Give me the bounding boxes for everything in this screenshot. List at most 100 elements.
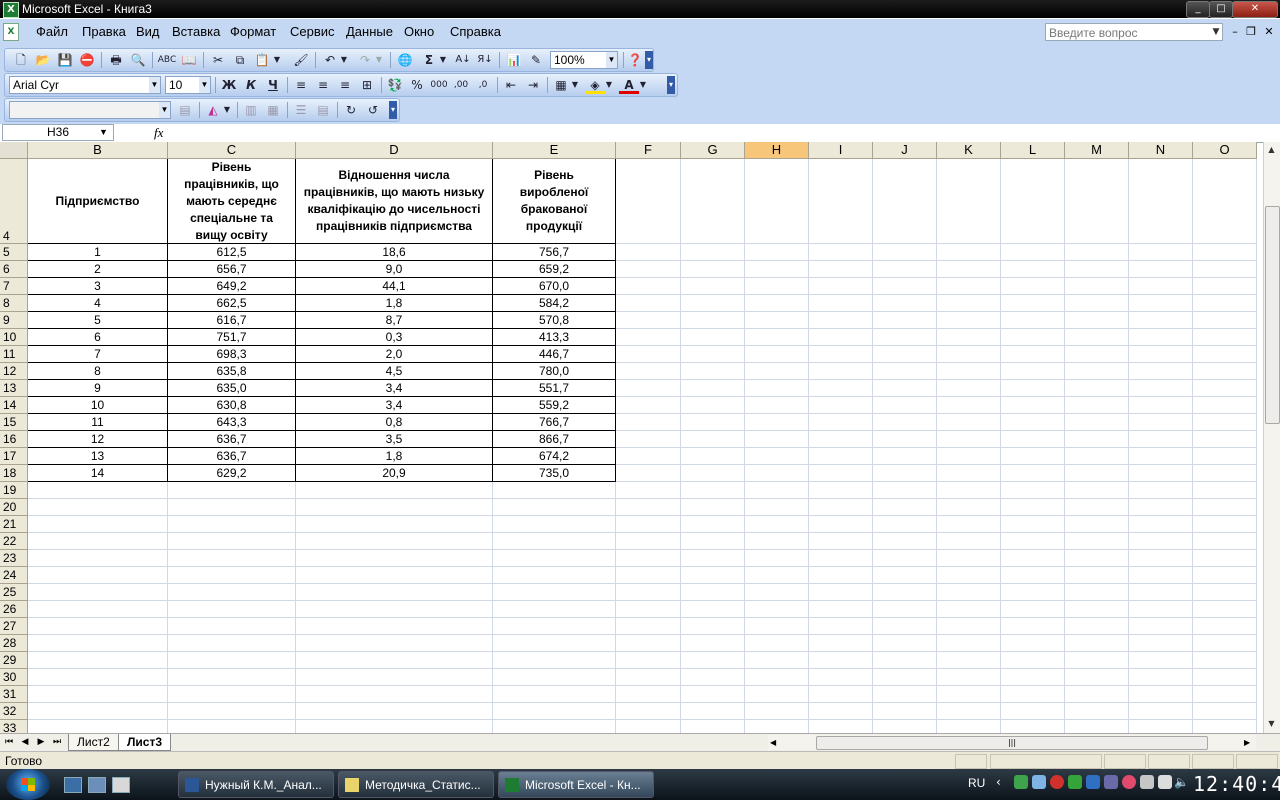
menu-format[interactable]: Формат: [230, 24, 276, 39]
rotate-back-icon[interactable]: ↺: [363, 101, 383, 119]
empty-cell[interactable]: [1001, 380, 1065, 397]
table-cell[interactable]: 3,5: [296, 431, 493, 448]
table-cell[interactable]: 2,0: [296, 346, 493, 363]
empty-cell[interactable]: [1193, 329, 1257, 346]
empty-cell[interactable]: [1065, 567, 1129, 584]
empty-cell[interactable]: [616, 159, 681, 244]
menu-window[interactable]: Окно: [404, 24, 434, 39]
empty-cell[interactable]: [1001, 584, 1065, 601]
empty-cell[interactable]: [1065, 635, 1129, 652]
empty-cell[interactable]: [1001, 448, 1065, 465]
table-cell[interactable]: 9,0: [296, 261, 493, 278]
empty-cell[interactable]: [168, 686, 296, 703]
column-header-k[interactable]: K: [937, 142, 1001, 159]
list-icon[interactable]: ☰: [291, 101, 311, 119]
format-painter-icon[interactable]: 🖌: [291, 51, 311, 69]
antivirus-icon[interactable]: [1068, 775, 1082, 789]
empty-cell[interactable]: [937, 465, 1001, 482]
empty-cell[interactable]: [937, 312, 1001, 329]
empty-cell[interactable]: [296, 703, 493, 720]
empty-cell[interactable]: [1193, 669, 1257, 686]
menu-view[interactable]: Вид: [136, 24, 160, 39]
empty-cell[interactable]: [809, 703, 873, 720]
table-header-cell[interactable]: Рівень працівників, що мають середнє спе…: [168, 159, 296, 244]
copy-icon[interactable]: ⧉: [230, 51, 250, 69]
menu-help[interactable]: Справка: [450, 24, 501, 39]
table-cell[interactable]: 4,5: [296, 363, 493, 380]
empty-cell[interactable]: [1129, 346, 1193, 363]
empty-cell[interactable]: [745, 329, 809, 346]
font-select[interactable]: Arial Cyr ▼: [9, 76, 161, 94]
open-folder-icon[interactable]: 📂: [33, 51, 53, 69]
empty-cell[interactable]: [616, 363, 681, 380]
empty-cell[interactable]: [1193, 652, 1257, 669]
empty-cell[interactable]: [1065, 720, 1129, 733]
empty-cell[interactable]: [1193, 482, 1257, 499]
table-cell[interactable]: 766,7: [493, 414, 616, 431]
empty-cell[interactable]: [681, 312, 745, 329]
empty-cell[interactable]: [809, 601, 873, 618]
empty-cell[interactable]: [809, 516, 873, 533]
empty-cell[interactable]: [809, 329, 873, 346]
empty-cell[interactable]: [681, 550, 745, 567]
empty-cell[interactable]: [28, 618, 168, 635]
volume-icon[interactable]: 🔈: [1174, 775, 1189, 789]
empty-cell[interactable]: [28, 567, 168, 584]
row-header[interactable]: 14: [0, 397, 28, 414]
empty-cell[interactable]: [1193, 601, 1257, 618]
currency-icon[interactable]: 💱: [385, 76, 405, 94]
empty-cell[interactable]: [28, 601, 168, 618]
help-search-input[interactable]: Введите вопрос: [1045, 23, 1223, 41]
chevron-down-icon[interactable]: ▼: [149, 77, 160, 93]
empty-cell[interactable]: [937, 652, 1001, 669]
empty-cell[interactable]: [493, 601, 616, 618]
empty-cell[interactable]: [1193, 261, 1257, 278]
help-icon[interactable]: ❓: [625, 51, 645, 69]
table-cell[interactable]: 20,9: [296, 465, 493, 482]
empty-cell[interactable]: [1001, 278, 1065, 295]
empty-cell[interactable]: [616, 448, 681, 465]
empty-cell[interactable]: [1193, 159, 1257, 244]
undo-icon[interactable]: ↶: [320, 51, 340, 69]
empty-cell[interactable]: [937, 346, 1001, 363]
table-cell[interactable]: 8,7: [296, 312, 493, 329]
last-sheet-icon[interactable]: ⏭: [51, 735, 63, 750]
empty-cell[interactable]: [873, 431, 937, 448]
sheet-tab-2[interactable]: Лист2: [68, 734, 119, 751]
merge-center-icon[interactable]: ⊞: [357, 76, 377, 94]
empty-cell[interactable]: [168, 635, 296, 652]
table-cell[interactable]: 659,2: [493, 261, 616, 278]
empty-cell[interactable]: [681, 159, 745, 244]
empty-cell[interactable]: [809, 652, 873, 669]
hyperlink-icon[interactable]: 🌐: [395, 51, 415, 69]
empty-cell[interactable]: [1065, 261, 1129, 278]
row-header[interactable]: 4: [0, 159, 28, 244]
align-left-icon[interactable]: ≡: [291, 76, 311, 94]
empty-cell[interactable]: [616, 261, 681, 278]
empty-cell[interactable]: [809, 312, 873, 329]
empty-cell[interactable]: [1001, 312, 1065, 329]
empty-cell[interactable]: [1129, 261, 1193, 278]
table-cell[interactable]: 629,2: [168, 465, 296, 482]
row-header[interactable]: 12: [0, 363, 28, 380]
empty-cell[interactable]: [1065, 652, 1129, 669]
font-color-icon[interactable]: A: [619, 76, 639, 94]
empty-cell[interactable]: [28, 550, 168, 567]
empty-cell[interactable]: [1065, 533, 1129, 550]
empty-cell[interactable]: [745, 516, 809, 533]
empty-cell[interactable]: [745, 431, 809, 448]
empty-cell[interactable]: [745, 635, 809, 652]
tray-app-icon[interactable]: [1122, 775, 1136, 789]
empty-cell[interactable]: [745, 652, 809, 669]
empty-cell[interactable]: [745, 499, 809, 516]
empty-cell[interactable]: [1193, 414, 1257, 431]
align-center-icon[interactable]: ≡: [313, 76, 333, 94]
empty-cell[interactable]: [1129, 397, 1193, 414]
table-cell[interactable]: 551,7: [493, 380, 616, 397]
empty-cell[interactable]: [937, 482, 1001, 499]
empty-cell[interactable]: [1065, 329, 1129, 346]
table-cell[interactable]: 2: [28, 261, 168, 278]
empty-cell[interactable]: [1001, 244, 1065, 261]
toolbar-options-icon[interactable]: ▾: [667, 76, 675, 94]
table-cell[interactable]: 866,7: [493, 431, 616, 448]
